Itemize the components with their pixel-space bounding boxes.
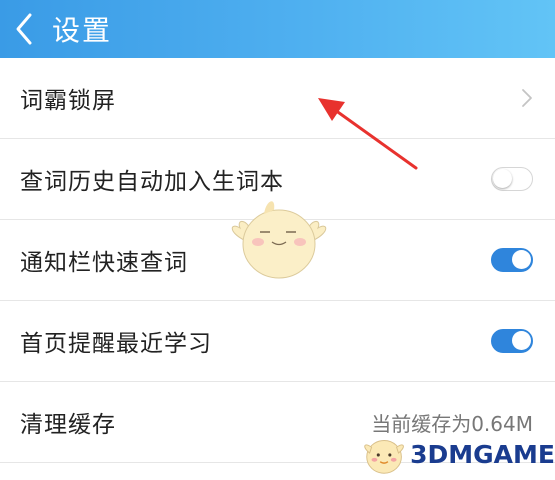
toggle-knob [493, 169, 512, 188]
title-bar: 设置 [0, 0, 555, 58]
chevron-left-icon [16, 13, 32, 45]
back-button[interactable] [0, 0, 48, 58]
setting-label: 通知栏快速查词 [20, 250, 188, 276]
chevron-right-icon [522, 89, 532, 107]
setting-label: 清理缓存 [20, 412, 116, 438]
home-reminder-toggle[interactable] [491, 329, 533, 353]
setting-home-reminder: 首页提醒最近学习 [0, 301, 555, 382]
setting-label: 首页提醒最近学习 [20, 331, 212, 357]
setting-notification-lookup: 通知栏快速查词 [0, 220, 555, 301]
toggle-knob [512, 331, 531, 350]
auto-add-history-toggle[interactable] [491, 167, 533, 191]
notification-lookup-toggle[interactable] [491, 248, 533, 272]
watermark-mascot-icon [364, 440, 404, 474]
toggle-knob [512, 250, 531, 269]
setting-auto-add-history: 查词历史自动加入生词本 [0, 139, 555, 220]
page-title: 设置 [52, 14, 113, 47]
settings-list: 词霸锁屏 查词历史自动加入生词本 通知栏快速查词 首页提醒最近学习 清理缓存 当… [0, 58, 555, 463]
setting-label: 词霸锁屏 [20, 88, 116, 114]
setting-label: 查词历史自动加入生词本 [20, 169, 284, 195]
watermark-text: 3DMGAME [410, 439, 555, 469]
watermark-logo: 3DMGAME [360, 428, 555, 480]
setting-lock-screen[interactable]: 词霸锁屏 [0, 58, 555, 139]
